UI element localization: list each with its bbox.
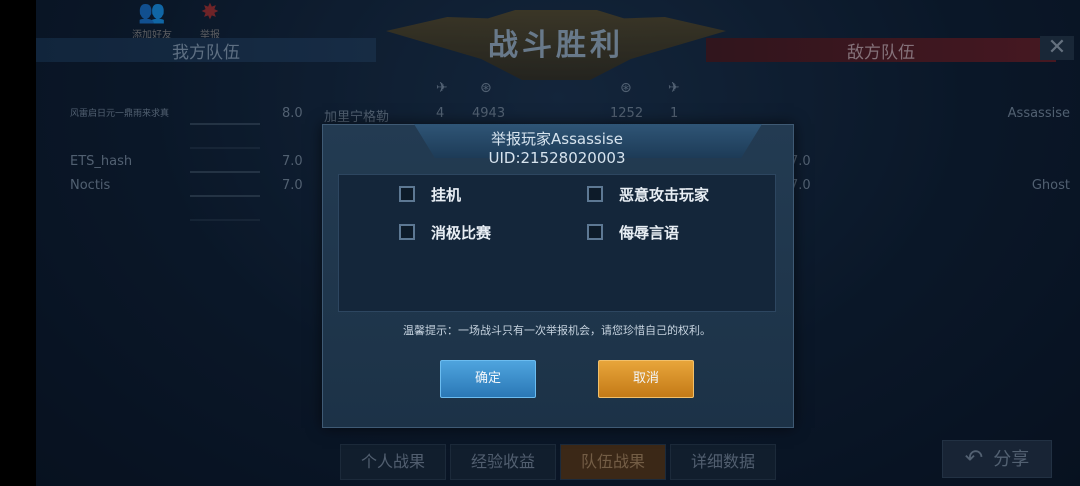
cancel-button[interactable]: 取消 [598, 360, 694, 398]
report-options: 挂机 恶意攻击玩家 消极比赛 侮辱言语 [338, 174, 776, 312]
option-afk[interactable]: 挂机 [399, 183, 461, 205]
report-tip: 温馨提示：一场战斗只有一次举报机会，请您珍惜自己的权利。 [403, 324, 711, 337]
checkbox[interactable] [399, 186, 415, 202]
checkbox[interactable] [399, 224, 415, 240]
option-harass[interactable]: 恶意攻击玩家 [587, 183, 709, 205]
option-label: 挂机 [431, 185, 462, 204]
option-label: 消极比赛 [431, 223, 492, 242]
checkbox[interactable] [587, 186, 603, 202]
option-passive[interactable]: 消极比赛 [399, 221, 491, 243]
option-label: 恶意攻击玩家 [619, 185, 710, 204]
option-label: 侮辱言语 [619, 223, 680, 242]
confirm-button[interactable]: 确定 [440, 360, 536, 398]
checkbox[interactable] [587, 224, 603, 240]
game-screen: 👥 添加好友 ✸ 举报 我方队伍 敌方队伍 战斗胜利 ✕ ✈ ⊛ ⊛ ✈ 风雷启… [36, 0, 1080, 486]
dialog-uid: UID:21528020003 [488, 149, 626, 167]
dialog-title: 举报玩家Assassise [491, 130, 623, 148]
option-insult[interactable]: 侮辱言语 [587, 221, 679, 243]
